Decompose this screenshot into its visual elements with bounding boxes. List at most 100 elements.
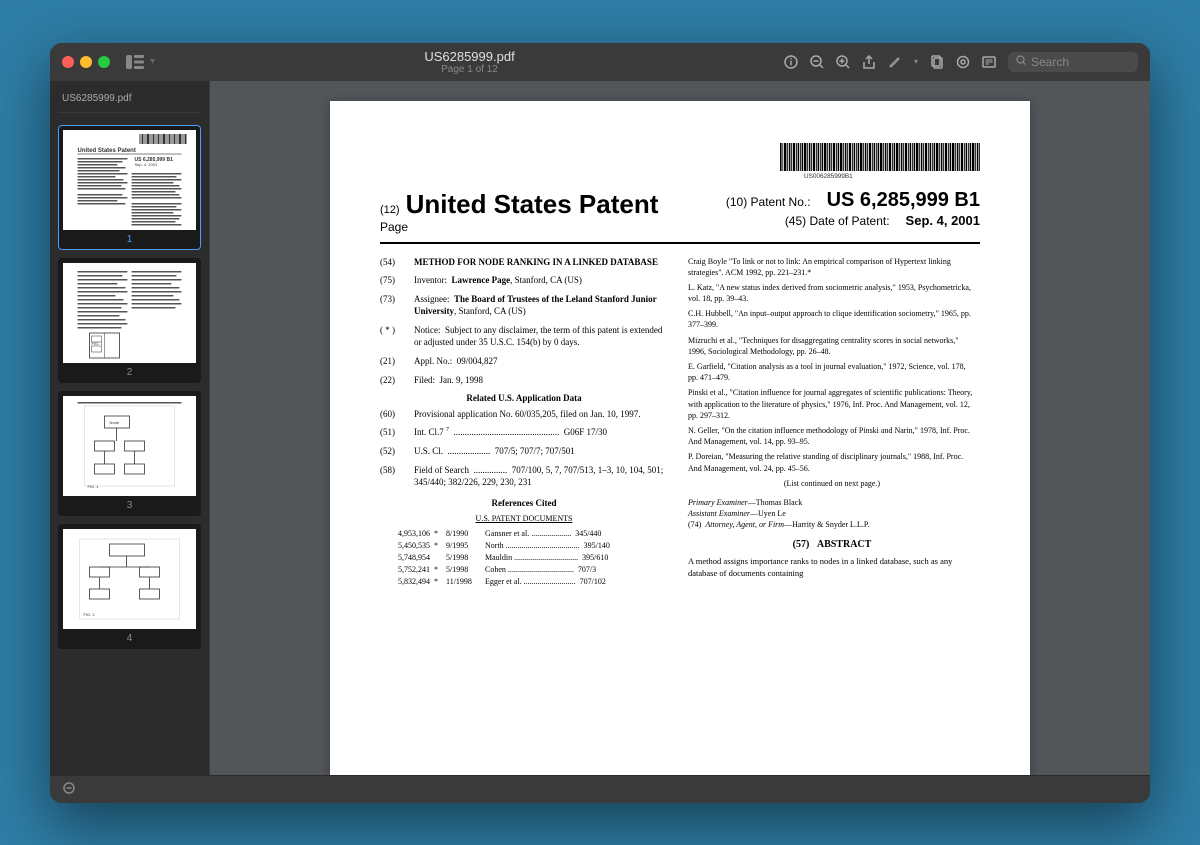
ref-star-2: * xyxy=(434,540,442,551)
patent-page-label: Page xyxy=(380,220,658,234)
page-thumb-2[interactable]: FIG. 1 2 xyxy=(58,258,201,383)
pen-icon[interactable] xyxy=(888,55,902,69)
us-cl-num: (52) xyxy=(380,445,410,458)
ref-star-1: * xyxy=(434,528,442,539)
bottom-icon[interactable] xyxy=(62,781,76,798)
titlebar: ▾ US6285999.pdf Page 1 of 12 xyxy=(50,43,1150,81)
pdf-title: US6285999.pdf xyxy=(424,49,514,64)
notice-row: ( * ) Notice: Subject to any disclaimer,… xyxy=(380,324,668,349)
page-thumb-4[interactable]: FIG. 2 4 xyxy=(58,524,201,649)
barcode-number: US006285999B1 xyxy=(804,173,853,180)
filed: Jan. 9, 1998 xyxy=(440,375,484,385)
patent-refs: 4,953,106 * 8/1990 Gansner et al. ......… xyxy=(380,528,668,588)
right-ref-1: Craig Boyle "To link or not to link: An … xyxy=(688,256,976,278)
assignee-label: Assignee: xyxy=(414,294,450,304)
right-ref-8: P. Doreian, "Measuring the relative stan… xyxy=(688,451,976,473)
int-cl: Int. Cl.7 xyxy=(414,427,444,437)
right-ref-2: L. Katz, "A new status index derived fro… xyxy=(688,282,976,304)
col-right: Craig Boyle "To link or not to link: An … xyxy=(688,256,976,589)
inventor-row: (75) Inventor: Lawrence Page, Stanford, … xyxy=(380,274,668,287)
zoom-out-icon[interactable] xyxy=(810,55,824,69)
maximize-button[interactable] xyxy=(98,56,110,68)
info-icon[interactable] xyxy=(784,55,798,69)
notice-content: Notice: Subject to any disclaimer, the t… xyxy=(414,324,668,349)
patent-ref-row-2: 5,450,535 * 9/1995 North ...............… xyxy=(380,540,668,551)
examiner-section: Primary Examiner—Thomas Black Assistant … xyxy=(688,497,976,531)
page-icon[interactable] xyxy=(930,55,944,69)
us-cl: U.S. Cl. xyxy=(414,446,443,456)
ref-num-1: 4,953,106 xyxy=(380,528,430,539)
assignee-num: (73) xyxy=(380,293,410,318)
int-cl-val: G06F 17/30 xyxy=(564,427,607,437)
appl-no-content: Appl. No.: 09/004,827 xyxy=(414,355,668,368)
abstract-num: (57) xyxy=(793,539,810,550)
ref-num-3: 5,748,954 xyxy=(380,552,430,563)
patent-ref-row-3: 5,748,954 5/1998 Mauldin ...............… xyxy=(380,552,668,563)
zoom-in-icon[interactable] xyxy=(836,55,850,69)
notice-text: Subject to any disclaimer, the term of t… xyxy=(414,325,662,348)
patent-ref-row-5: 5,832,494 * 11/1998 Egger et al. .......… xyxy=(380,576,668,587)
ref-num-2: 5,450,535 xyxy=(380,540,430,551)
share-icon[interactable] xyxy=(862,55,876,69)
pen-dropdown-icon[interactable]: ▾ xyxy=(914,57,918,66)
sidebar-toggle-icon[interactable] xyxy=(126,55,144,69)
doc-area[interactable]: US006285999B1 (12) United States Patent … xyxy=(210,81,1150,775)
invention-title-num: (54) xyxy=(380,256,410,269)
patent-title-main: United States Patent xyxy=(406,189,659,220)
thumb-page-num-4: 4 xyxy=(63,633,196,644)
filed-num: (22) xyxy=(380,374,410,387)
notes-icon[interactable] xyxy=(982,55,996,69)
search-bar[interactable]: Search xyxy=(1008,52,1138,72)
us-cl-val: 707/5; 707/7; 707/501 xyxy=(495,446,575,456)
ref-inventor-1: Gansner et al. .................... xyxy=(485,528,571,539)
invention-title-row: (54) METHOD FOR NODE RANKING IN A LINKED… xyxy=(380,256,668,269)
ref-class-2: 395/140 xyxy=(584,540,610,551)
abstract-title-text: ABSTRACT xyxy=(817,539,871,550)
svg-text:Node: Node xyxy=(110,420,120,425)
right-ref-5: E. Garfield, "Citation analysis as a too… xyxy=(688,361,976,383)
notice-label: Notice: xyxy=(414,325,441,335)
main-area: US6285999.pdf xyxy=(50,81,1150,775)
abstract-title-container: (57) ABSTRACT xyxy=(688,538,976,552)
ref-date-1: 8/1990 xyxy=(446,528,481,539)
right-ref-3: C.H. Hubbell, "An input–output approach … xyxy=(688,308,976,330)
ref-inventor-2: North ..................................… xyxy=(485,540,580,551)
assistant-examiner-name: Uyen Le xyxy=(758,509,786,518)
right-ref-4: Mizruchi et al., "Techniques for disaggr… xyxy=(688,335,976,357)
references-title: References Cited xyxy=(380,497,668,510)
attorney-row: (74) Attorney, Agent, or Firm—Harrity & … xyxy=(688,519,976,530)
ref-class-1: 345/440 xyxy=(575,528,601,539)
page-thumb-3[interactable]: Node FIG. 1 3 xyxy=(58,391,201,516)
ref-num-5: 5,832,494 xyxy=(380,576,430,587)
bottom-bar xyxy=(50,775,1150,803)
svg-text:United States Patent: United States Patent xyxy=(78,148,136,154)
assistant-examiner-label: Assistant Examiner xyxy=(688,509,750,518)
patent-doc-type: (12) xyxy=(380,204,400,216)
page-thumb-1[interactable]: United States Patent US 6,285,999 B1 Sep… xyxy=(58,125,201,250)
titlebar-left: ▾ xyxy=(126,55,155,69)
sidebar: US6285999.pdf xyxy=(50,81,210,775)
right-ref-7: N. Geller, "On the citation influence me… xyxy=(688,425,976,447)
primary-examiner-label: Primary Examiner xyxy=(688,498,748,507)
assignee-loc: , Stanford, CA (US) xyxy=(454,306,526,316)
invention-title-content: METHOD FOR NODE RANKING IN A LINKED DATA… xyxy=(414,256,668,269)
close-button[interactable] xyxy=(62,56,74,68)
annotate-icon[interactable] xyxy=(956,55,970,69)
search-placeholder: Search xyxy=(1031,55,1069,69)
attorney-name: Harrity & Snyder L.L.P. xyxy=(792,520,869,529)
minimize-button[interactable] xyxy=(80,56,92,68)
thumb-content-3: Node FIG. 1 xyxy=(63,396,196,496)
attorney-num: (74) xyxy=(688,520,701,529)
ref-star-4: * xyxy=(434,564,442,575)
sidebar-filename: US6285999.pdf xyxy=(58,89,201,113)
inventor-label: Inventor: xyxy=(414,275,447,285)
traffic-lights xyxy=(62,56,110,68)
filed-row: (22) Filed: Jan. 9, 1998 xyxy=(380,374,668,387)
int-cl-num: (51) xyxy=(380,426,410,439)
appl-no: 09/004,827 xyxy=(457,356,498,366)
patent-no-value: US 6,285,999 B1 xyxy=(827,189,980,211)
patent-body: (54) METHOD FOR NODE RANKING IN A LINKED… xyxy=(380,256,980,589)
chevron-icon[interactable]: ▾ xyxy=(150,56,155,67)
appl-no-num: (21) xyxy=(380,355,410,368)
filed-content: Filed: Jan. 9, 1998 xyxy=(414,374,668,387)
